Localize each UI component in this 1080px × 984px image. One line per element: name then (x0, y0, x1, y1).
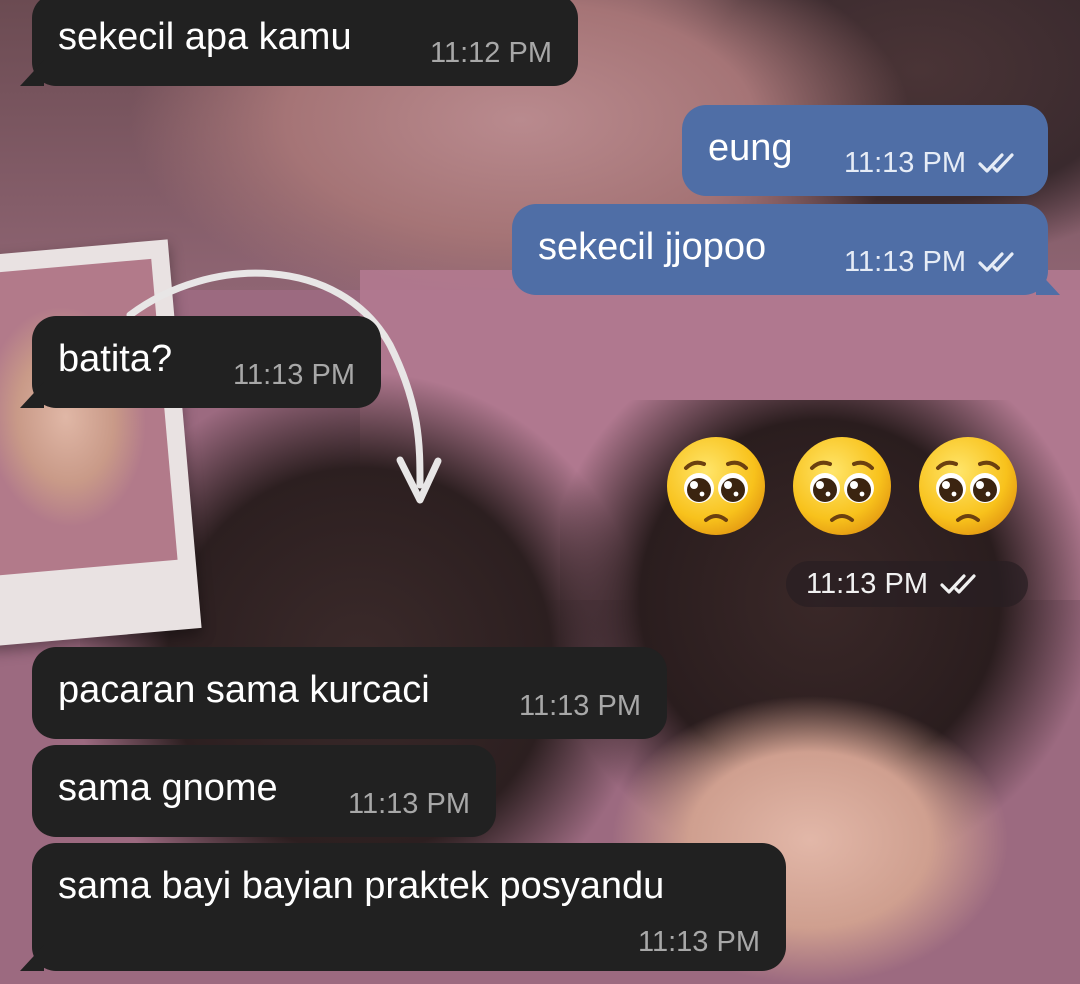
incoming-message[interactable]: sama gnome 11:13 PM (32, 745, 496, 837)
message-time: 11:13 PM (844, 246, 966, 278)
incoming-message[interactable]: batita? 11:13 PM (20, 316, 381, 408)
double-check-icon (978, 252, 1014, 272)
bubble-tail (1036, 269, 1060, 295)
message-time: 11:13 PM (806, 568, 928, 600)
message-time: 11:13 PM (233, 359, 355, 391)
message-meta: 11:13 PM (844, 148, 1022, 178)
message-text: pacaran sama kurcaci (58, 669, 430, 711)
incoming-message[interactable]: sama bayi bayian praktek posyandu 11:13 … (20, 843, 786, 971)
message-text: sekecil apa kamu (58, 16, 352, 58)
message-time: 11:13 PM (519, 690, 641, 722)
bubble-tail (20, 945, 44, 971)
double-check-icon (978, 153, 1014, 173)
pleading-face-emoji (667, 437, 765, 535)
message-meta: 11:13 PM (638, 927, 760, 957)
incoming-message[interactable]: pacaran sama kurcaci 11:13 PM (32, 647, 667, 739)
message-text: batita? (58, 338, 173, 380)
message-list[interactable]: sekecil apa kamu 11:12 PM eung 11:13 PM … (0, 0, 1080, 984)
message-meta: 11:13 PM (348, 789, 470, 819)
message-text: sama gnome (58, 767, 278, 809)
emoji-message[interactable] (664, 434, 1020, 538)
bubble-tail (20, 382, 44, 408)
outgoing-message[interactable]: sekecil jjopoo 11:13 PM (512, 204, 1060, 295)
message-meta: 11:12 PM (430, 38, 552, 68)
bubble-tail (20, 60, 44, 86)
double-check-icon (940, 574, 976, 594)
message-time: 11:13 PM (638, 926, 760, 958)
message-meta: 11:13 PM (844, 247, 1022, 277)
emoji-message-meta: 11:13 PM (786, 561, 1028, 607)
incoming-message[interactable]: sekecil apa kamu 11:12 PM (20, 0, 578, 86)
message-meta: 11:13 PM (233, 360, 355, 390)
message-text: eung (708, 127, 793, 169)
message-time: 11:12 PM (430, 37, 552, 69)
message-text: sama bayi bayian praktek posyandu (58, 865, 665, 907)
pleading-face-emoji (793, 437, 891, 535)
outgoing-message[interactable]: eung 11:13 PM (682, 105, 1048, 196)
message-time: 11:13 PM (844, 147, 966, 179)
pleading-face-emoji (919, 437, 1017, 535)
message-time: 11:13 PM (348, 788, 470, 820)
message-text: sekecil jjopoo (538, 226, 767, 268)
message-meta: 11:13 PM (519, 691, 641, 721)
